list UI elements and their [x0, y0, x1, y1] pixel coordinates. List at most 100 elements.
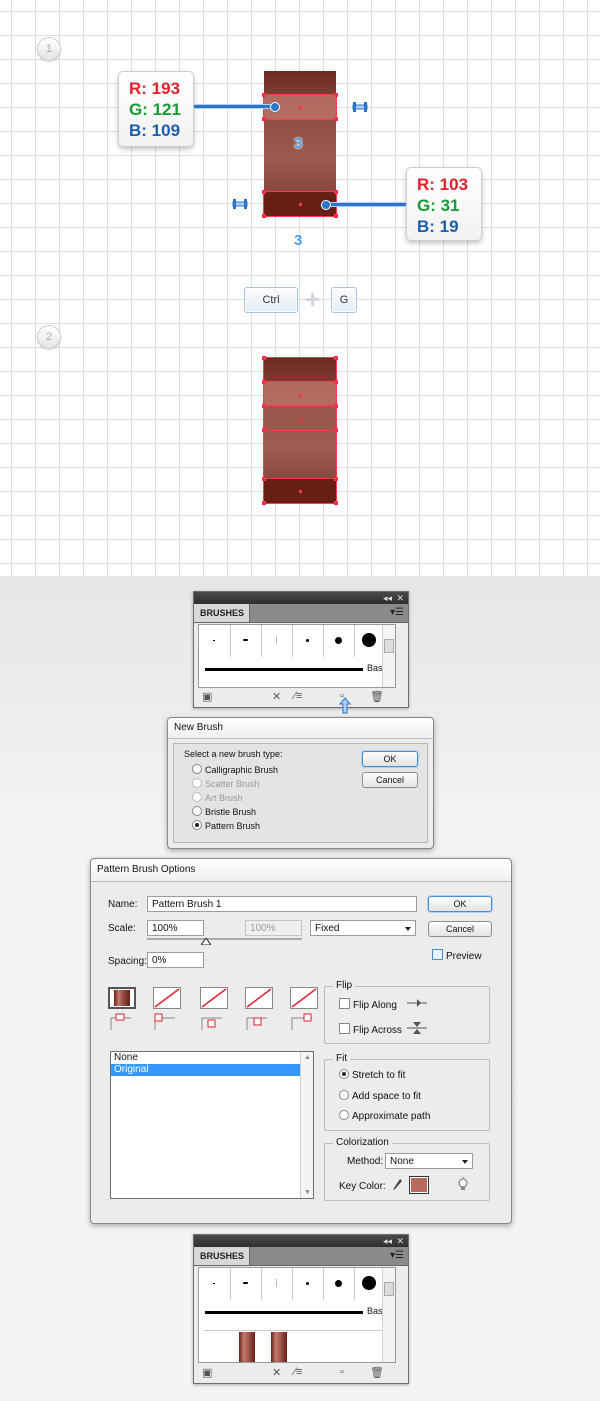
basic-brush-stroke[interactable]	[205, 668, 363, 671]
end-tile-button[interactable]	[290, 987, 318, 1009]
anchor-point	[262, 501, 266, 505]
brush-options-icon[interactable]: ⁄≡	[294, 1366, 302, 1378]
collapse-icon[interactable]: ◂◂	[383, 1235, 392, 1247]
panel-menu-icon[interactable]: ▾☰	[390, 607, 404, 618]
flip-along-checkbox[interactable]: Flip Along	[339, 998, 397, 1011]
scale-mode-select[interactable]: Fixed	[310, 920, 416, 936]
ok-button[interactable]: OK	[428, 896, 492, 912]
flip-across-icon	[407, 1022, 427, 1034]
scale-input[interactable]: 100%	[147, 920, 204, 936]
center-point	[299, 394, 302, 397]
brush-preset[interactable]	[323, 625, 355, 657]
end-tile-icon	[291, 1013, 312, 1030]
radio-calligraphic-brush[interactable]: Calligraphic Brush	[192, 764, 278, 776]
delete-brush-icon[interactable]: 🗑	[370, 1366, 384, 1379]
spacing-input[interactable]: 0%	[147, 952, 204, 968]
pattern-brush-preview[interactable]	[199, 1330, 382, 1362]
anchor-point	[262, 404, 266, 408]
preview-checkbox[interactable]: Preview	[432, 949, 482, 962]
brush-preset[interactable]	[230, 625, 262, 657]
brush-scrollbar[interactable]	[382, 1268, 395, 1362]
list-item[interactable]: Original	[111, 1064, 301, 1076]
anchor-point	[262, 117, 266, 121]
start-tile-button[interactable]	[245, 987, 273, 1009]
brush-preset[interactable]	[230, 1268, 262, 1300]
brush-preset[interactable]	[261, 625, 293, 657]
brush-name-input[interactable]: Pattern Brush 1	[147, 896, 417, 912]
anchor-point	[262, 380, 266, 384]
cancel-button[interactable]: Cancel	[428, 921, 492, 937]
dialog-title: Pattern Brush Options	[91, 859, 511, 882]
collapse-icon[interactable]: ◂◂	[383, 592, 392, 604]
brush-library-menu-icon[interactable]: ▣	[202, 1366, 212, 1379]
callout-leader-dot	[321, 200, 331, 210]
brush-preset[interactable]	[199, 1268, 231, 1300]
side-tile-button[interactable]	[108, 987, 136, 1009]
brushes-panel: ◂◂ ✕ BRUSHES ▾☰ Basic ▣ ✕ ⁄≡ ▫ 🗑	[193, 591, 409, 708]
radio-stretch-to-fit[interactable]: Stretch to fit	[339, 1069, 405, 1082]
brush-preset[interactable]	[292, 625, 324, 657]
tab-brushes[interactable]: BRUSHES	[194, 604, 250, 622]
pattern-brush-options-dialog: Pattern Brush Options Name: Pattern Brus…	[90, 858, 512, 1224]
step-badge-1: 1	[37, 37, 61, 61]
step-badge-2: 2	[37, 325, 61, 349]
radio-scatter-brush[interactable]: Scatter Brush	[192, 778, 260, 790]
outer-corner-tile-icon	[154, 1013, 175, 1030]
start-tile-icon	[246, 1017, 267, 1030]
outer-corner-tile-button[interactable]	[153, 987, 181, 1009]
brush-preset[interactable]	[292, 1268, 324, 1300]
delete-brush-icon[interactable]: 🗑	[370, 690, 384, 703]
radio-art-brush[interactable]: Art Brush	[192, 792, 243, 804]
colorization-title: Colorization	[333, 1137, 392, 1148]
tab-brushes[interactable]: BRUSHES	[194, 1247, 250, 1265]
close-icon[interactable]: ✕	[396, 1235, 404, 1247]
key-color-swatch[interactable]	[409, 1176, 429, 1194]
brush-options-icon[interactable]: ⁄≡	[294, 690, 302, 702]
brush-preset[interactable]	[323, 1268, 355, 1300]
method-label: Method:	[347, 1156, 384, 1167]
brush-library-menu-icon[interactable]: ▣	[202, 690, 212, 703]
remove-stroke-icon[interactable]: ✕	[272, 1366, 281, 1379]
brushes-panel-updated: ◂◂ ✕ BRUSHES ▾☰ Basic ▣ ✕ ⁄≡ ▫ 🗑	[193, 1234, 409, 1384]
scale-slider-thumb-icon[interactable]	[201, 938, 211, 945]
brush-preset[interactable]	[199, 625, 231, 657]
method-select[interactable]: None	[385, 1153, 473, 1169]
close-icon[interactable]: ✕	[396, 592, 404, 604]
anchor-point	[334, 501, 338, 505]
scale-slider-track[interactable]	[147, 938, 302, 940]
list-scrollbar[interactable]: ▲ ▼	[300, 1052, 313, 1198]
list-item[interactable]: None	[111, 1052, 313, 1064]
key-color-label: Key Color:	[339, 1181, 386, 1192]
radio-approximate-path[interactable]: Approximate path	[339, 1110, 430, 1123]
color-callout-light: R: 193 G: 121 B: 109	[118, 71, 194, 147]
anchor-point	[334, 380, 338, 384]
red-value: R: 103	[417, 175, 469, 194]
tips-lightbulb-icon[interactable]	[457, 1177, 469, 1193]
radio-bristle-brush[interactable]: Bristle Brush	[192, 806, 256, 818]
anchor-point	[334, 477, 338, 481]
dialog-title: New Brush	[168, 718, 433, 739]
brush-preset[interactable]	[261, 1268, 293, 1300]
scale-variation-input: 100%	[245, 920, 302, 936]
flip-across-checkbox[interactable]: Flip Across	[339, 1023, 402, 1036]
remove-stroke-icon[interactable]: ✕	[272, 690, 281, 703]
anchor-point	[334, 428, 338, 432]
anchor-point	[262, 477, 266, 481]
basic-brush-stroke[interactable]	[205, 1311, 363, 1314]
eyedropper-icon[interactable]	[391, 1178, 403, 1192]
flip-title: Flip	[333, 980, 356, 991]
side-tile-icon	[110, 1013, 131, 1030]
panel-menu-icon[interactable]: ▾☰	[390, 1250, 404, 1261]
new-brush-icon[interactable]: ▫	[340, 1366, 344, 1378]
blue-value: B: 109	[129, 121, 181, 140]
brush-scrollbar[interactable]	[382, 625, 395, 687]
tile-pattern-list[interactable]: None Original ▲ ▼	[110, 1051, 314, 1199]
radio-add-space-to-fit[interactable]: Add space to fit	[339, 1090, 421, 1103]
cancel-button[interactable]: Cancel	[362, 772, 418, 788]
ok-button[interactable]: OK	[362, 751, 418, 767]
radio-pattern-brush[interactable]: Pattern Brush	[192, 820, 260, 832]
inner-corner-tile-button[interactable]	[200, 987, 228, 1009]
dimension-marker-icon	[352, 102, 368, 112]
plus-icon: +	[305, 284, 321, 314]
anchor-point	[334, 356, 338, 360]
